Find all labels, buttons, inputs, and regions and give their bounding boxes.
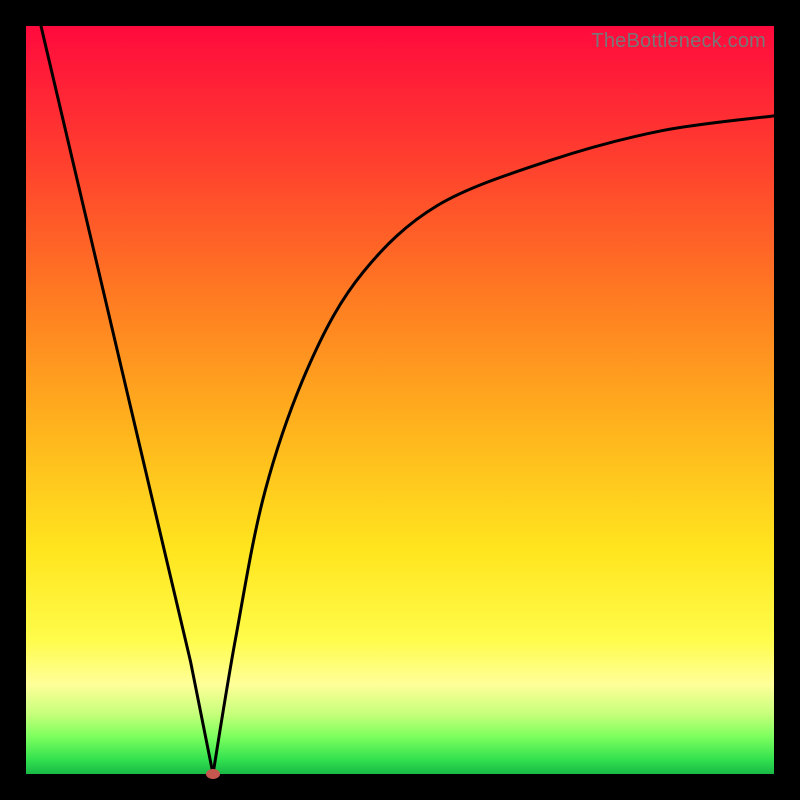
bottleneck-curve	[26, 26, 774, 774]
chart-plot-area: TheBottleneck.com	[26, 26, 774, 774]
curve-right-branch	[213, 116, 774, 774]
chart-frame: TheBottleneck.com	[0, 0, 800, 800]
curve-left-branch	[41, 26, 213, 774]
optimal-point-marker	[206, 769, 220, 779]
